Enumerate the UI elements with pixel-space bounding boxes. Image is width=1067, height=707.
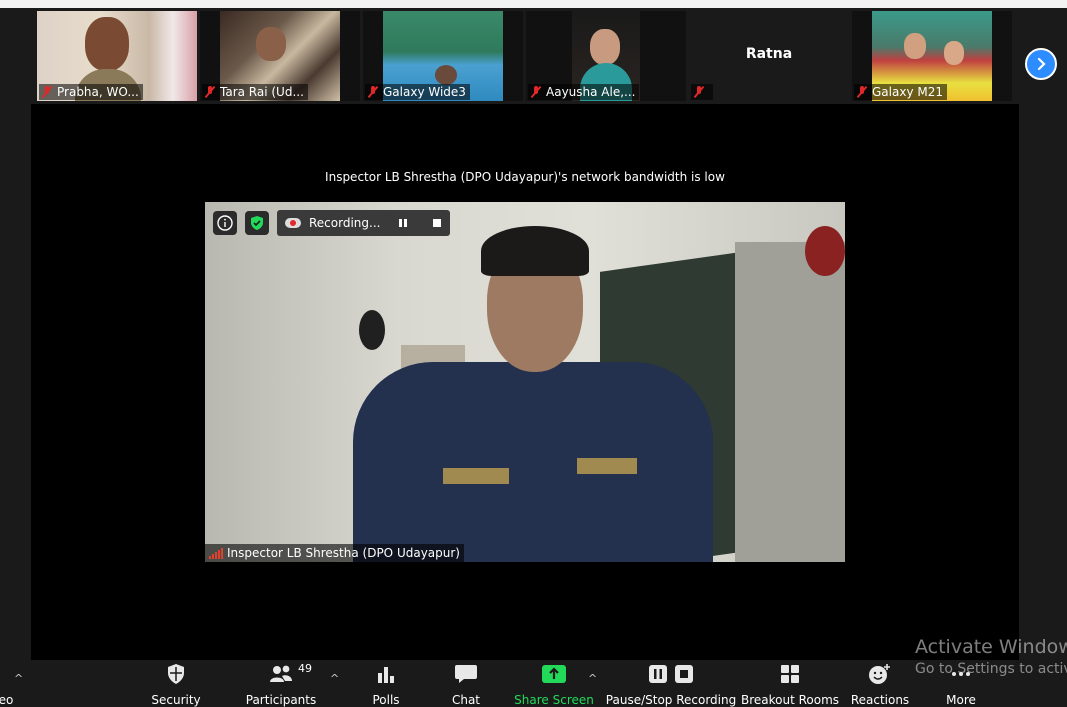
participant-face	[944, 41, 964, 65]
thumbnail-name: Galaxy Wide3	[383, 85, 466, 99]
name-badge	[443, 468, 509, 484]
muted-mic-icon	[41, 86, 53, 98]
shield-icon	[168, 664, 184, 684]
pause-stop-recording-button[interactable]: Pause/Stop Recording	[606, 660, 736, 707]
polls-icon	[378, 667, 394, 683]
video-button[interactable]: eo	[0, 660, 14, 707]
pause-icon[interactable]	[398, 218, 408, 228]
thumbnail-name-tag: Aayusha Ale,...	[528, 84, 640, 100]
participants-count: 49	[298, 662, 312, 675]
chat-button[interactable]: Chat	[448, 660, 484, 707]
speaker-hair	[481, 226, 589, 276]
thumbnail-name-tag	[691, 84, 713, 100]
chat-icon	[455, 665, 477, 683]
thumbnail-name-tag: Galaxy M21	[854, 84, 947, 100]
participant-face	[590, 29, 620, 65]
participant-face	[435, 65, 457, 85]
reactions-button[interactable]: Reactions	[850, 660, 910, 707]
left-gutter	[0, 104, 31, 660]
thumbnail-name: Aayusha Ale,...	[546, 85, 636, 99]
security-button[interactable]: Security	[150, 660, 202, 707]
smiley-icon	[869, 664, 890, 684]
muted-mic-icon	[367, 86, 379, 98]
next-page-button[interactable]	[1025, 48, 1057, 80]
participant-face	[85, 17, 129, 71]
breakout-rooms-button[interactable]: Breakout Rooms	[740, 660, 840, 707]
encryption-button[interactable]	[245, 211, 269, 235]
participants-icon	[270, 665, 292, 682]
meeting-toolbar: ^ eo Security 49 Participants ^ Polls Ch…	[0, 660, 1067, 707]
bandwidth-notice: Inspector LB Shrestha (DPO Udayapur)'s n…	[325, 170, 725, 184]
signal-bars-icon	[209, 547, 223, 559]
chevron-right-icon	[1037, 57, 1046, 71]
participants-label: Participants	[245, 693, 317, 707]
participant-thumbnail[interactable]: Prabha, WO...	[37, 11, 197, 101]
info-icon	[217, 215, 233, 231]
stop-icon[interactable]	[432, 218, 442, 228]
uniform	[353, 362, 713, 562]
thumbnail-name-tag: Tara Rai (Ud...	[202, 84, 308, 100]
participant-display-name: Ratna	[745, 46, 793, 62]
share-screen-icon	[542, 665, 566, 683]
gallery-strip: Prabha, WO... Tara Rai (Ud... Galaxy Wid…	[0, 8, 1067, 104]
chat-label: Chat	[451, 693, 481, 707]
breakout-rooms-label: Breakout Rooms	[740, 693, 840, 707]
muted-mic-icon	[530, 86, 542, 98]
speaker-name: Inspector LB Shrestha (DPO Udayapur)	[227, 546, 460, 560]
wall-object	[359, 310, 385, 350]
thumbnail-name: Prabha, WO...	[57, 85, 139, 99]
thumbnail-name: Tara Rai (Ud...	[220, 85, 304, 99]
muted-mic-icon	[856, 86, 868, 98]
right-gutter	[1019, 104, 1067, 660]
speaker-name-tag: Inspector LB Shrestha (DPO Udayapur)	[205, 544, 464, 562]
chevron-up-icon[interactable]: ^	[330, 672, 339, 685]
reactions-label: Reactions	[850, 693, 910, 707]
polls-button[interactable]: Polls	[370, 660, 402, 707]
muted-mic-icon	[204, 86, 216, 98]
wall-right	[735, 242, 845, 562]
video-label: eo	[0, 693, 14, 707]
rank-badge	[577, 458, 637, 474]
wall-object	[805, 226, 845, 276]
pause-stop-recording-label: Pause/Stop Recording	[605, 693, 737, 707]
participant-thumbnail[interactable]: Ratna	[689, 11, 849, 101]
participant-thumbnail[interactable]: Galaxy M21	[852, 11, 1012, 101]
chevron-up-icon[interactable]: ^	[14, 672, 23, 685]
activate-windows-hint: Go to Settings to activa	[915, 661, 1067, 677]
more-label: More	[946, 693, 976, 707]
chevron-up-icon[interactable]: ^	[588, 672, 597, 685]
activate-windows-watermark: Activate Windows	[915, 636, 1067, 658]
share-screen-label: Share Screen	[514, 693, 594, 707]
recording-label: Recording...	[309, 216, 381, 230]
speaker-video[interactable]: Recording... Inspector LB Shrestha (DPO …	[205, 202, 845, 562]
participant-face	[256, 27, 286, 61]
meeting-info-button[interactable]	[213, 211, 237, 235]
recording-indicator: Recording...	[277, 210, 451, 236]
participant-thumbnail[interactable]: Aayusha Ale,...	[526, 11, 686, 101]
muted-mic-icon	[693, 86, 705, 98]
security-label: Security	[151, 693, 201, 707]
stop-icon	[675, 665, 693, 683]
thumbnail-name: Galaxy M21	[872, 85, 943, 99]
thumbnail-name-tag: Galaxy Wide3	[365, 84, 470, 100]
recording-cloud-icon	[285, 218, 301, 228]
shield-check-icon	[251, 216, 263, 230]
video-overlay-toolbar: Recording...	[213, 210, 451, 236]
active-speaker-area: Inspector LB Shrestha (DPO Udayapur)'s n…	[31, 104, 1019, 660]
pause-icon	[649, 665, 667, 683]
participant-thumbnail[interactable]: Galaxy Wide3	[363, 11, 523, 101]
participants-button[interactable]: 49 Participants	[245, 660, 317, 707]
participant-thumbnail[interactable]: Tara Rai (Ud...	[200, 11, 360, 101]
polls-label: Polls	[372, 693, 400, 707]
share-screen-button[interactable]: Share Screen	[514, 660, 594, 707]
thumbnail-name-tag: Prabha, WO...	[39, 84, 143, 100]
participant-face	[904, 33, 926, 59]
window-top-edge	[0, 0, 1067, 8]
breakout-rooms-icon	[781, 665, 799, 683]
